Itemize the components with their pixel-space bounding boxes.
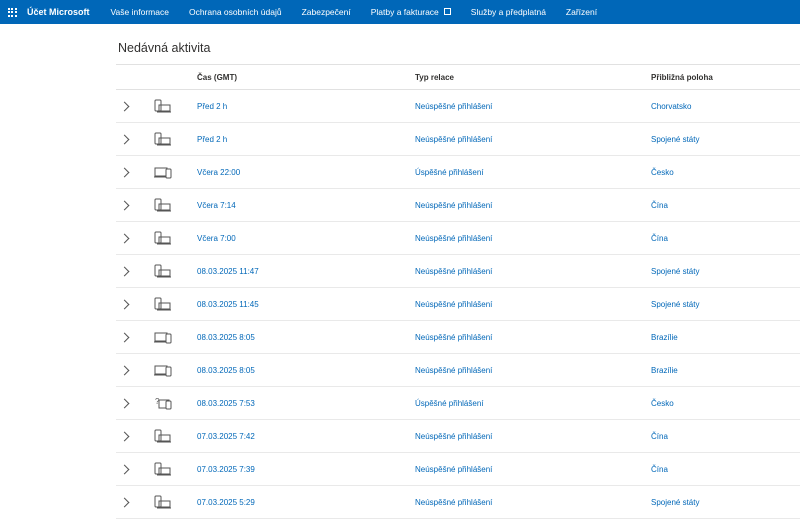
row-time: Včera 22:00 [197, 167, 241, 177]
table-row[interactable]: 08.03.2025 11:45 Neúspěšné přihlášení Sp… [116, 288, 800, 321]
phone-desktop-icon [136, 495, 180, 509]
phone-desktop-icon [136, 264, 180, 278]
row-session-type: Neúspěšné přihlášení [415, 134, 493, 144]
table-row[interactable]: Včera 7:14 Neúspěšné přihlášení Čína [116, 189, 800, 222]
row-location: Spojené státy [651, 134, 700, 144]
row-session-type: Neúspěšné přihlášení [415, 332, 493, 342]
row-time: Včera 7:00 [197, 233, 236, 243]
table-row[interactable]: 07.03.2025 5:29 Neúspěšné přihlášení Spo… [116, 486, 800, 519]
table-row[interactable]: Včera 22:00 Úspěšné přihlášení Česko [116, 156, 800, 189]
external-link-icon [443, 8, 451, 15]
nav-item-your-info[interactable]: Vaše informace [111, 7, 169, 17]
row-time: 08.03.2025 8:05 [197, 332, 255, 342]
row-session-type: Úspěšné přihlášení [415, 398, 484, 408]
table-row[interactable]: Včera 7:00 Neúspěšné přihlášení Čína [116, 222, 800, 255]
chevron-right-icon[interactable] [119, 266, 130, 276]
chevron-right-icon[interactable] [119, 101, 130, 111]
table-row[interactable]: 08.03.2025 11:47 Neúspěšné přihlášení Sp… [116, 255, 800, 288]
row-location: Čína [651, 233, 668, 243]
brand-link[interactable]: Účet Microsoft [27, 7, 90, 17]
table-row[interactable]: 08.03.2025 8:05 Neúspěšné přihlášení Bra… [116, 354, 800, 387]
row-session-type: Neúspěšné přihlášení [415, 431, 493, 441]
row-location: Česko [651, 167, 674, 177]
row-location: Brazílie [651, 332, 678, 342]
row-location: Čína [651, 464, 668, 474]
column-header-time: Čas (GMT) [197, 72, 237, 82]
row-session-type: Neúspěšné přihlášení [415, 266, 493, 276]
chevron-right-icon[interactable] [119, 134, 130, 144]
nav-item-devices[interactable]: Zařízení [566, 7, 597, 17]
row-location: Spojené státy [651, 497, 700, 507]
chevron-right-icon[interactable] [119, 299, 130, 309]
phone-desktop-icon [136, 99, 180, 113]
chevron-right-icon[interactable] [119, 167, 130, 177]
chevron-right-icon[interactable] [119, 365, 130, 375]
row-time: 08.03.2025 11:45 [197, 299, 259, 309]
phone-desktop-icon [136, 429, 180, 443]
table-body: Před 2 h Neúspěšné přihlášení Chorvatsko… [116, 90, 800, 519]
row-time: Před 2 h [197, 101, 228, 111]
row-session-type: Neúspěšné přihlášení [415, 200, 493, 210]
row-time: 07.03.2025 7:39 [197, 464, 255, 474]
phone-desktop-icon [136, 297, 180, 311]
phone-desktop-icon [136, 462, 180, 476]
row-session-type: Neúspěšné přihlášení [415, 101, 493, 111]
table-row[interactable]: 07.03.2025 7:42 Neúspěšné přihlášení Čín… [116, 420, 800, 453]
row-time: Před 2 h [197, 134, 228, 144]
row-session-type: Neúspěšné přihlášení [415, 365, 493, 375]
row-session-type: Neúspěšné přihlášení [415, 233, 493, 243]
row-location: Chorvatsko [651, 101, 692, 111]
laptop-phone-icon [136, 363, 180, 377]
nav-item-security[interactable]: Zabezpečení [302, 7, 351, 17]
row-time: 07.03.2025 7:42 [197, 431, 255, 441]
row-location: Čína [651, 431, 668, 441]
chevron-right-icon[interactable] [119, 464, 130, 474]
row-session-type: Úspěšné přihlášení [415, 167, 484, 177]
row-time: 08.03.2025 7:53 [197, 398, 255, 408]
unknown-device-icon: ? [136, 396, 180, 410]
nav-item-services-subscriptions[interactable]: Služby a předplatná [471, 7, 546, 17]
laptop-phone-icon [136, 165, 180, 179]
chevron-right-icon[interactable] [119, 431, 130, 441]
chevron-right-icon[interactable] [119, 497, 130, 507]
table-row[interactable]: Před 2 h Neúspěšné přihlášení Chorvatsko [116, 90, 800, 123]
row-time: 08.03.2025 8:05 [197, 365, 255, 375]
chevron-right-icon[interactable] [119, 200, 130, 210]
row-session-type: Neúspěšné přihlášení [415, 464, 493, 474]
primary-nav: Vaše informace Ochrana osobních údajů Za… [111, 7, 618, 17]
table-row[interactable]: 07.03.2025 7:39 Neúspěšné přihlášení Čín… [116, 453, 800, 486]
row-time: 08.03.2025 11:47 [197, 266, 259, 276]
row-location: Spojené státy [651, 299, 700, 309]
table-header: Čas (GMT) Typ relace Přibližná poloha [116, 65, 800, 90]
table-row[interactable]: Před 2 h Neúspěšné přihlášení Spojené st… [116, 123, 800, 156]
activity-table: Čas (GMT) Typ relace Přibližná poloha Př… [116, 64, 800, 519]
column-header-type: Typ relace [415, 72, 454, 82]
row-location: Česko [651, 398, 674, 408]
row-time: Včera 7:14 [197, 200, 236, 210]
phone-desktop-icon [136, 132, 180, 146]
chevron-right-icon[interactable] [119, 233, 130, 243]
table-row[interactable]: ? 08.03.2025 7:53 Úspěšné přihlášení Čes… [116, 387, 800, 420]
page-title: Nedávná aktivita [118, 41, 211, 55]
app-launcher-icon[interactable] [0, 0, 24, 24]
nav-item-privacy[interactable]: Ochrana osobních údajů [189, 7, 282, 17]
row-session-type: Neúspěšné přihlášení [415, 497, 493, 507]
row-time: 07.03.2025 5:29 [197, 497, 255, 507]
row-location: Brazílie [651, 365, 678, 375]
phone-desktop-icon [136, 231, 180, 245]
chevron-right-icon[interactable] [119, 332, 130, 342]
row-session-type: Neúspěšné přihlášení [415, 299, 493, 309]
row-location: Spojené státy [651, 266, 700, 276]
table-row[interactable]: 08.03.2025 8:05 Neúspěšné přihlášení Bra… [116, 321, 800, 354]
row-location: Čína [651, 200, 668, 210]
nav-item-payment-billing[interactable]: Platby a fakturace [371, 7, 451, 17]
top-navigation-bar: Účet Microsoft Vaše informace Ochrana os… [0, 0, 800, 24]
laptop-phone-icon [136, 330, 180, 344]
column-header-location: Přibližná poloha [651, 72, 713, 82]
chevron-right-icon[interactable] [119, 398, 130, 408]
phone-desktop-icon [136, 198, 180, 212]
